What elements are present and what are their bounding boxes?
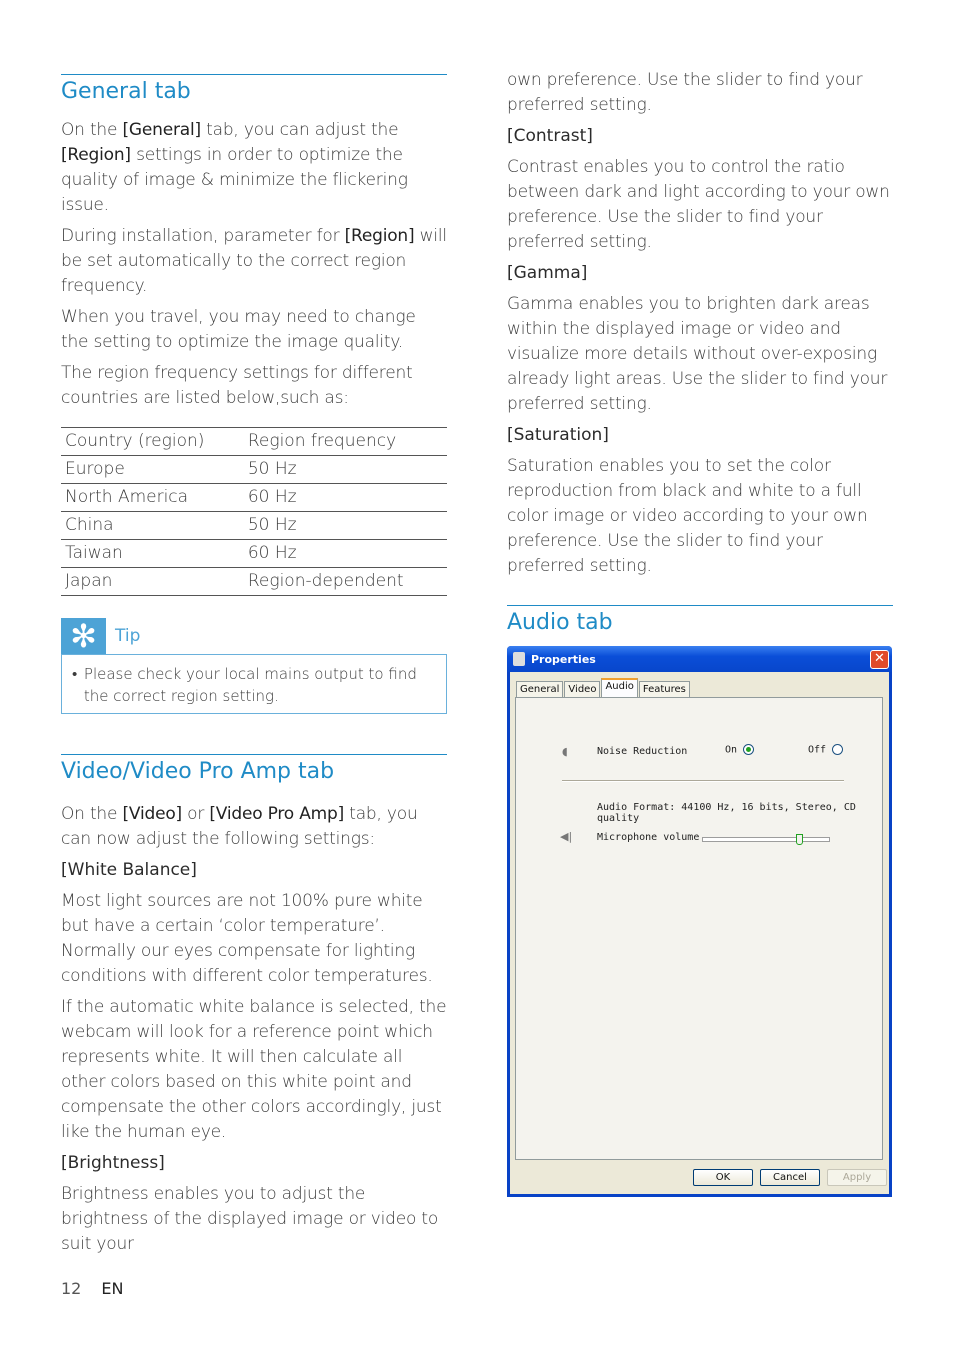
noise-reduction-icon: ◖ [562,745,568,758]
divider [562,780,844,782]
cell-country: China [61,511,244,540]
noise-on-radio[interactable] [743,744,755,755]
general-para-2: During installation, parameter for [Regi… [61,226,447,296]
close-icon[interactable]: ✕ [870,649,889,669]
speaker-icon: ◀| [560,830,573,843]
brightness-continued: own preference. Use the slider to find y… [507,70,863,115]
region-frequency-table: Country (region) Region frequency Europe… [61,427,447,596]
webcam-icon [513,652,525,666]
bullet: • [72,665,78,683]
properties-dialog: Properties ✕ General Video Audio Feature… [507,646,892,1197]
dialog-title: Properties [531,652,596,666]
tip-header: ✻ Tip [61,617,447,655]
dialog-client: General Video Audio Features ◖ Noise Red… [510,672,889,1194]
table-row: North America 60 Hz [61,483,447,512]
white-balance-title: [White Balance] [61,860,197,880]
contrast-title: [Contrast] [507,126,593,146]
tab-audio[interactable]: Audio [601,678,638,699]
noise-off-option[interactable]: Off [808,744,844,756]
tab-video[interactable]: Video [564,681,601,698]
audio-panel: ◖ Noise Reduction On Off Audio Format: 4… [515,697,883,1160]
tip-box: ✻ Tip • Please check your local mains ou… [61,617,447,714]
cell-frequency: Region-dependent [243,567,447,596]
tip-label: Tip [115,626,141,646]
saturation-para: Saturation enables you to set the color … [507,456,868,576]
microphone-volume-slider[interactable] [702,834,830,845]
table-row: Japan Region-dependent [61,567,447,596]
cell-frequency: 60 Hz [243,539,447,568]
brightness-title: [Brightness] [61,1153,165,1173]
dialog-tabs: General Video Audio Features [516,678,691,699]
cell-frequency: 50 Hz [243,455,447,484]
microphone-volume-label: Microphone volume [597,832,700,843]
tip-content: • Please check your local mains output t… [61,654,447,714]
tab-general[interactable]: General [516,681,564,698]
video-intro: On the [Video] or [Video Pro Amp] tab, y… [61,804,418,849]
white-balance-para-1: Most light sources are not 100% pure whi… [61,891,433,986]
language-label: EN [101,1279,124,1298]
tip-text: Please check your local mains output to … [83,665,417,705]
right-column: own preference. Use the slider to find y… [507,68,893,635]
tip-asterisk-icon: ✻ [61,617,106,655]
saturation-title: [Saturation] [507,425,609,445]
cell-country: Japan [61,567,244,596]
header-frequency: Region frequency [243,427,447,456]
tab-features[interactable]: Features [638,681,690,698]
table-row: Taiwan 60 Hz [61,539,447,568]
dialog-titlebar[interactable]: Properties ✕ [507,646,892,672]
off-label: Off [808,744,827,756]
page-footer: 12 EN [61,1279,123,1298]
page-number: 12 [61,1279,82,1298]
general-para-4: The region frequency settings for differ… [61,363,413,408]
apply-button[interactable]: Apply [827,1169,887,1186]
slider-thumb[interactable] [796,834,803,845]
table-row: China 50 Hz [61,511,447,540]
noise-reduction-label: Noise Reduction [597,746,688,757]
brightness-para: Brightness enables you to adjust the bri… [61,1184,439,1254]
general-para-3: When you travel, you may need to change … [61,307,416,352]
cancel-button[interactable]: Cancel [760,1169,820,1186]
general-para-1: On the [General] tab, you can adjust the… [61,120,408,215]
noise-off-radio[interactable] [832,744,844,755]
contrast-para: Contrast enables you to control the rati… [507,157,890,252]
gamma-para: Gamma enables you to brighten dark areas… [507,294,888,414]
general-tab-heading: General tab [61,74,447,104]
audio-tab-heading: Audio tab [507,605,893,635]
header-country: Country (region) [61,427,244,456]
audio-format-text: Audio Format: 44100 Hz, 16 bits, Stereo,… [597,802,856,824]
white-balance-para-2: If the automatic white balance is select… [61,997,447,1142]
gamma-title: [Gamma] [507,263,588,283]
cell-frequency: 60 Hz [243,483,447,512]
table-row: Europe 50 Hz [61,455,447,484]
table-header-row: Country (region) Region frequency [61,427,447,456]
on-label: On [725,744,738,756]
cell-country: Taiwan [61,539,244,568]
noise-on-option[interactable]: On [725,744,755,756]
cell-frequency: 50 Hz [243,511,447,540]
left-column: General tab On the [General] tab, you ca… [61,74,447,1263]
ok-button[interactable]: OK [693,1169,753,1186]
cell-country: Europe [61,455,244,484]
video-tab-heading: Video/Video Pro Amp tab [61,754,447,784]
cell-country: North America [61,483,244,512]
